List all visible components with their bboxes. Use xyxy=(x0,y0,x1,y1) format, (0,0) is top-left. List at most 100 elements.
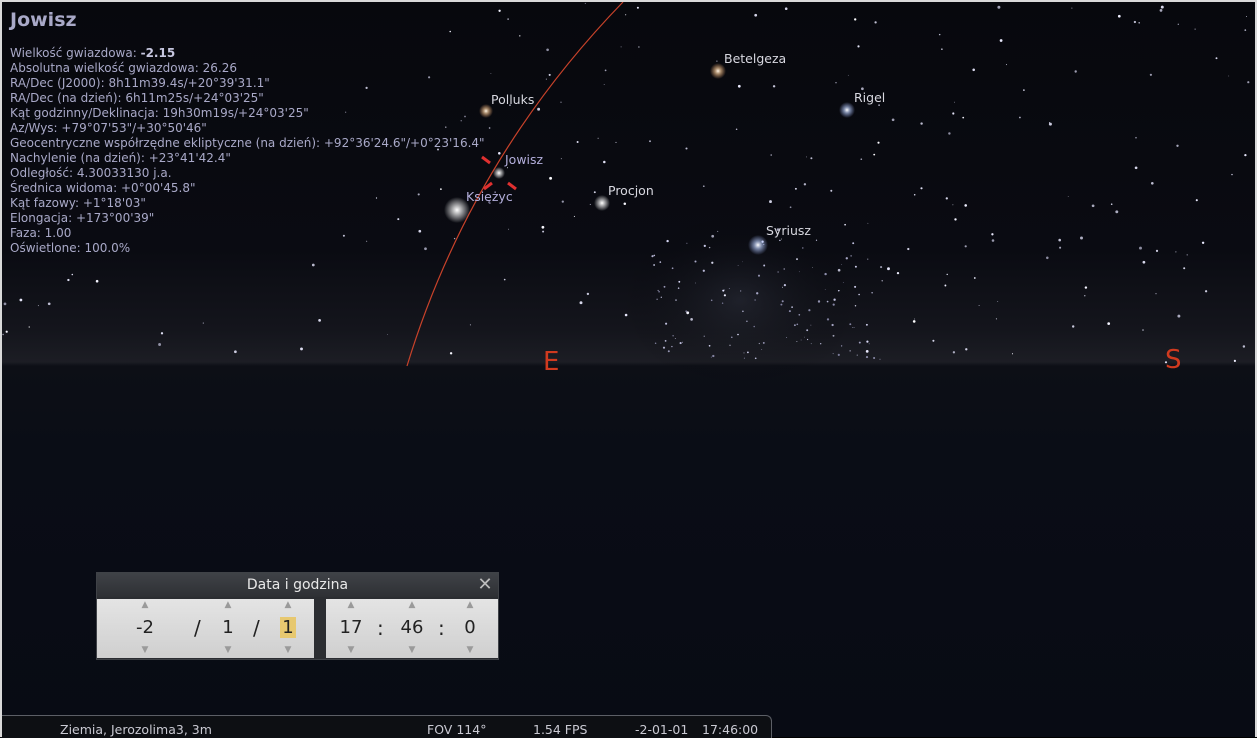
year-up-arrow-icon[interactable]: ▲ xyxy=(125,599,165,611)
faint-star xyxy=(1139,246,1142,250)
faint-star xyxy=(791,306,793,308)
faint-star xyxy=(702,185,705,188)
faint-star xyxy=(449,352,453,355)
faint-star xyxy=(735,128,738,130)
faint-star xyxy=(830,189,833,192)
label-jowisz: Jowisz xyxy=(505,152,544,167)
faint-star xyxy=(654,342,657,344)
second-down-arrow-icon[interactable]: ▼ xyxy=(450,644,490,656)
faint-star xyxy=(664,340,667,342)
year-spinner[interactable]: ▲ -2 ▼ xyxy=(125,599,165,658)
faint-star xyxy=(952,204,954,206)
faint-star xyxy=(1023,89,1025,91)
day-value[interactable]: 1 xyxy=(268,616,308,640)
faint-star xyxy=(737,84,741,88)
faint-star xyxy=(858,293,860,296)
star-syriusz[interactable] xyxy=(748,235,768,255)
faint-star xyxy=(873,153,876,156)
faint-star xyxy=(300,347,303,351)
faint-star xyxy=(724,289,726,291)
faint-star xyxy=(1018,116,1021,119)
faint-star xyxy=(387,334,388,335)
day-down-arrow-icon[interactable]: ▼ xyxy=(268,644,308,656)
label-betelgeza: Betelgeza xyxy=(724,51,787,66)
faint-star xyxy=(593,191,596,194)
close-icon[interactable]: ✕ xyxy=(476,575,494,595)
faint-star xyxy=(561,200,564,203)
faint-star xyxy=(756,292,759,295)
faint-star xyxy=(584,2,586,4)
month-up-arrow-icon[interactable]: ▲ xyxy=(208,599,248,611)
info-row-label: Geocentryczne współrzędne ekliptyczne (n… xyxy=(10,136,485,150)
star-rigel[interactable] xyxy=(839,102,855,118)
hour-up-arrow-icon[interactable]: ▲ xyxy=(331,599,371,611)
faint-star xyxy=(854,18,857,21)
date-time-dialog[interactable]: Data i godzina ✕ ▲ -2 ▼ / ▲ 1 ▼ / ▲ 1 ▼ … xyxy=(96,572,499,660)
faint-star xyxy=(780,303,783,306)
faint-star xyxy=(160,332,164,335)
status-bar[interactable]: Ziemia, Jerozolima3, 3m FOV 114° 1.54 FP… xyxy=(0,715,772,738)
minute-value[interactable]: 46 xyxy=(392,616,432,640)
faint-star xyxy=(503,278,506,281)
faint-star xyxy=(896,271,900,275)
faint-star xyxy=(660,296,662,298)
time-separator: : xyxy=(438,616,445,640)
faint-star xyxy=(711,261,714,264)
faint-star xyxy=(1245,15,1248,18)
faint-star xyxy=(858,341,861,344)
minute-up-arrow-icon[interactable]: ▲ xyxy=(392,599,432,611)
faint-star xyxy=(1046,256,1049,260)
faint-star xyxy=(620,46,622,48)
faint-star xyxy=(865,356,869,359)
dialog-titlebar[interactable]: Data i godzina ✕ xyxy=(97,573,498,597)
faint-star xyxy=(737,333,739,336)
month-value[interactable]: 1 xyxy=(208,616,248,640)
hour-value[interactable]: 17 xyxy=(331,616,371,640)
faint-star xyxy=(1244,153,1247,157)
faint-star xyxy=(868,343,870,345)
faint-star xyxy=(1071,7,1073,9)
day-spinner[interactable]: ▲ 1 ▼ xyxy=(268,599,308,658)
hour-spinner[interactable]: ▲ 17 ▼ xyxy=(331,599,371,658)
faint-star xyxy=(964,204,967,207)
faint-star xyxy=(824,289,826,290)
faint-star xyxy=(662,346,666,349)
faint-star xyxy=(796,258,798,261)
info-row-label: Absolutna wielkość gwiazdowa: 26.26 xyxy=(10,61,237,75)
faint-star xyxy=(907,247,910,251)
faint-star xyxy=(708,344,711,347)
faint-star xyxy=(560,158,562,160)
faint-star xyxy=(850,255,852,257)
faint-star xyxy=(1159,9,1163,12)
faint-star xyxy=(653,264,655,266)
minute-spinner[interactable]: ▲ 46 ▼ xyxy=(392,599,432,658)
faint-star xyxy=(488,127,491,129)
minute-down-arrow-icon[interactable]: ▼ xyxy=(392,644,432,656)
faint-star xyxy=(656,298,658,300)
month-down-arrow-icon[interactable]: ▼ xyxy=(208,644,248,656)
hour-down-arrow-icon[interactable]: ▼ xyxy=(331,644,371,656)
planet-jowisz[interactable] xyxy=(493,167,505,179)
year-value[interactable]: -2 xyxy=(125,616,165,640)
year-down-arrow-icon[interactable]: ▼ xyxy=(125,644,165,656)
faint-star xyxy=(710,299,713,302)
faint-star xyxy=(741,261,743,263)
faint-star xyxy=(997,300,999,302)
day-up-arrow-icon[interactable]: ▲ xyxy=(268,599,308,611)
faint-star xyxy=(938,33,941,36)
faint-star xyxy=(1048,122,1052,126)
faint-star xyxy=(490,72,492,74)
faint-star xyxy=(849,350,851,352)
faint-star xyxy=(874,21,877,24)
second-value[interactable]: 0 xyxy=(450,616,490,640)
info-row: Kąt godzinny/Deklinacja: 19h30m19s/+24°0… xyxy=(10,106,485,121)
faint-star xyxy=(804,336,805,338)
second-up-arrow-icon[interactable]: ▲ xyxy=(450,599,490,611)
second-spinner[interactable]: ▲ 0 ▼ xyxy=(450,599,490,658)
faint-star xyxy=(1142,329,1144,331)
faint-star xyxy=(723,294,726,297)
faint-star xyxy=(679,342,682,345)
month-spinner[interactable]: ▲ 1 ▼ xyxy=(208,599,248,658)
faint-star xyxy=(831,323,834,327)
faint-star xyxy=(1215,57,1218,60)
